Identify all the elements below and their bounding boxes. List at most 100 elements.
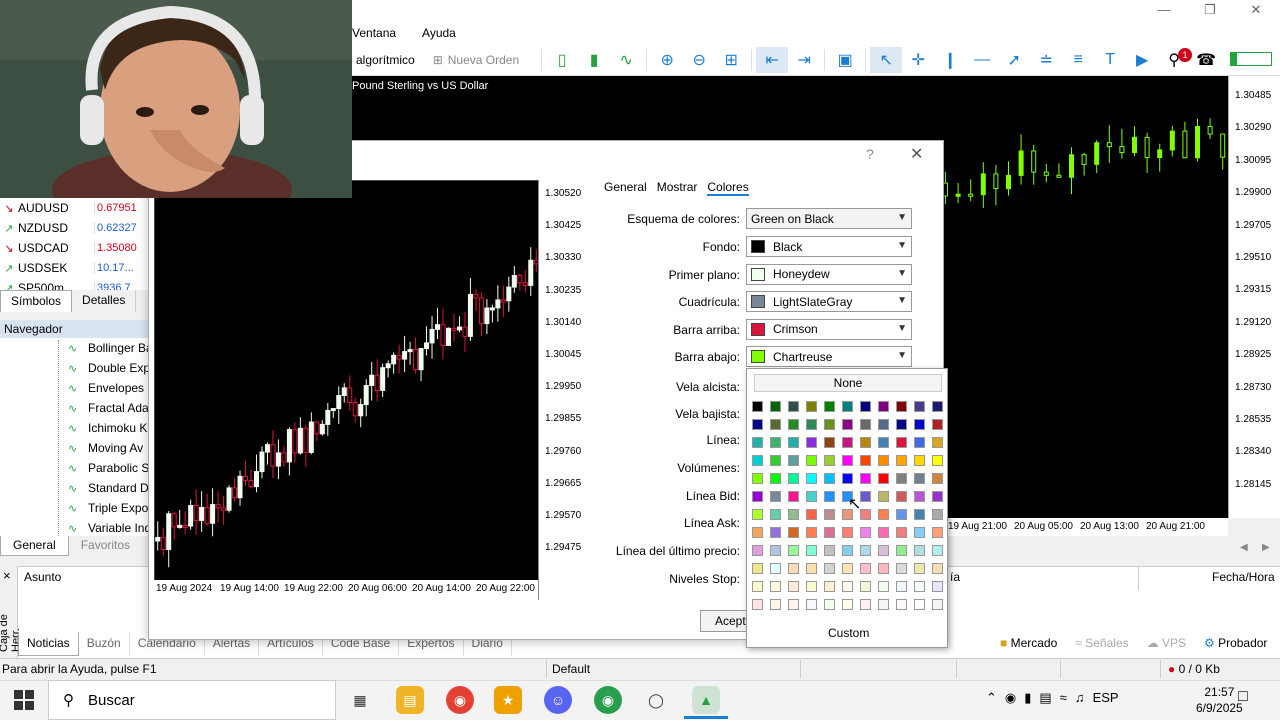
color-select[interactable]: Black ▼	[746, 236, 912, 257]
zoom-out-icon[interactable]: ⊖	[683, 47, 715, 73]
autoscroll-icon[interactable]: ⇤	[756, 46, 789, 73]
color-cell[interactable]	[914, 419, 925, 430]
color-cell[interactable]	[788, 563, 799, 574]
color-cell[interactable]	[896, 563, 907, 574]
color-cell[interactable]	[770, 491, 781, 502]
color-cell[interactable]	[806, 563, 817, 574]
color-cell[interactable]	[896, 455, 907, 466]
color-cell[interactable]	[914, 563, 925, 574]
color-cell[interactable]	[806, 581, 817, 592]
tab-general[interactable]: General	[604, 180, 647, 196]
chrome-profile-icon[interactable]: ◉	[594, 686, 622, 714]
tab-general[interactable]: General	[0, 536, 69, 556]
color-cell[interactable]	[788, 419, 799, 430]
navigator-item[interactable]: ∿ Triple Expo	[68, 498, 148, 518]
color-cell[interactable]	[788, 581, 799, 592]
tab-buzon[interactable]: Buzón	[79, 632, 130, 656]
color-cell[interactable]	[770, 401, 781, 412]
color-cell[interactable]	[752, 491, 763, 502]
tab-detalles[interactable]: Detalles	[72, 290, 137, 312]
color-cell[interactable]	[860, 509, 871, 520]
menu-ventana[interactable]: Ventana	[352, 26, 396, 40]
color-cell[interactable]	[842, 419, 853, 430]
color-cell[interactable]	[752, 437, 763, 448]
color-cell[interactable]	[896, 473, 907, 484]
color-cell[interactable]	[860, 473, 871, 484]
color-cell[interactable]	[752, 455, 763, 466]
color-cell[interactable]	[752, 401, 763, 412]
market-watch-row[interactable]: ↗ USDSEK 10.17...	[0, 258, 148, 278]
color-cell[interactable]	[842, 473, 853, 484]
color-cell[interactable]	[752, 563, 763, 574]
minimize-button[interactable]: —	[1144, 2, 1184, 20]
vertical-line-icon[interactable]: ❙	[934, 47, 966, 73]
color-cell[interactable]	[770, 509, 781, 520]
market-button[interactable]: ■ Mercado	[1000, 636, 1057, 650]
color-cell[interactable]	[932, 581, 943, 592]
color-cell[interactable]	[824, 509, 835, 520]
color-cell[interactable]	[842, 563, 853, 574]
new-order-button[interactable]: ⊞ Nueva Orden	[433, 53, 519, 67]
clock[interactable]: 21:57 6/9/2025	[1196, 684, 1243, 716]
zoom-in-icon[interactable]: ⊕	[651, 47, 683, 73]
navigator-item[interactable]: ∿ Moving Av	[68, 438, 143, 458]
color-cell[interactable]	[914, 437, 925, 448]
color-cell[interactable]	[788, 509, 799, 520]
color-cell[interactable]	[788, 437, 799, 448]
color-cell[interactable]	[842, 527, 853, 538]
color-cell[interactable]	[788, 599, 799, 610]
navigator-item[interactable]: ∿ Double Exp	[68, 358, 148, 378]
color-cell[interactable]	[878, 401, 889, 412]
trend-line-icon[interactable]: ➚	[998, 47, 1030, 73]
color-cell[interactable]	[806, 455, 817, 466]
horizontal-scrollbar[interactable]: ◀ ▶	[946, 540, 1280, 558]
color-cell[interactable]	[770, 581, 781, 592]
palette-custom-button[interactable]: Custom	[828, 626, 869, 640]
color-cell[interactable]	[842, 599, 853, 610]
restore-button[interactable]: ❐	[1190, 2, 1230, 20]
color-cell[interactable]	[824, 419, 835, 430]
color-cell[interactable]	[770, 419, 781, 430]
color-cell[interactable]	[770, 599, 781, 610]
vps-button[interactable]: ☁ VPS	[1147, 636, 1186, 650]
navigator-item[interactable]: ∿ Standard D	[68, 478, 148, 498]
wifi-icon[interactable]: ≈	[1060, 690, 1067, 706]
color-cell[interactable]	[752, 473, 763, 484]
color-cell[interactable]	[860, 455, 871, 466]
color-cell[interactable]	[932, 545, 943, 556]
language-indicator[interactable]: ESP	[1093, 690, 1119, 706]
color-cell[interactable]	[914, 491, 925, 502]
color-cell[interactable]	[860, 563, 871, 574]
color-cell[interactable]	[806, 509, 817, 520]
tab-noticias[interactable]: Noticias	[18, 632, 79, 656]
toolbox-close-icon[interactable]: ×	[3, 568, 11, 583]
tile-windows-icon[interactable]: ⊞	[715, 47, 747, 73]
color-cell[interactable]	[932, 401, 943, 412]
color-cell[interactable]	[824, 563, 835, 574]
close-icon[interactable]: ✕	[910, 144, 923, 164]
color-cell[interactable]	[860, 599, 871, 610]
color-cell[interactable]	[878, 563, 889, 574]
color-select[interactable]: Honeydew ▼	[746, 263, 912, 285]
color-cell[interactable]	[770, 527, 781, 538]
color-cell[interactable]	[932, 491, 943, 502]
scroll-right-icon[interactable]: ▶	[1262, 542, 1270, 553]
color-cell[interactable]	[914, 545, 925, 556]
color-cell[interactable]	[914, 581, 925, 592]
color-cell[interactable]	[824, 401, 835, 412]
color-cell[interactable]	[932, 437, 943, 448]
color-cell[interactable]	[932, 455, 943, 466]
metatrader-icon[interactable]: ▲	[692, 686, 720, 714]
color-cell[interactable]	[842, 545, 853, 556]
navigator-item[interactable]: ∿ Variable Ind	[68, 518, 148, 538]
color-cell[interactable]	[824, 599, 835, 610]
color-cell[interactable]	[806, 419, 817, 430]
app-icon[interactable]: ★	[494, 686, 522, 714]
color-cell[interactable]	[896, 437, 907, 448]
navigator-item[interactable]: ∿ Ichimoku K	[68, 418, 147, 438]
color-cell[interactable]	[806, 527, 817, 538]
color-cell[interactable]	[770, 545, 781, 556]
task-view-icon[interactable]: ▦	[346, 686, 374, 714]
color-cell[interactable]	[878, 491, 889, 502]
color-select[interactable]: Chartreuse ▼	[746, 346, 912, 367]
